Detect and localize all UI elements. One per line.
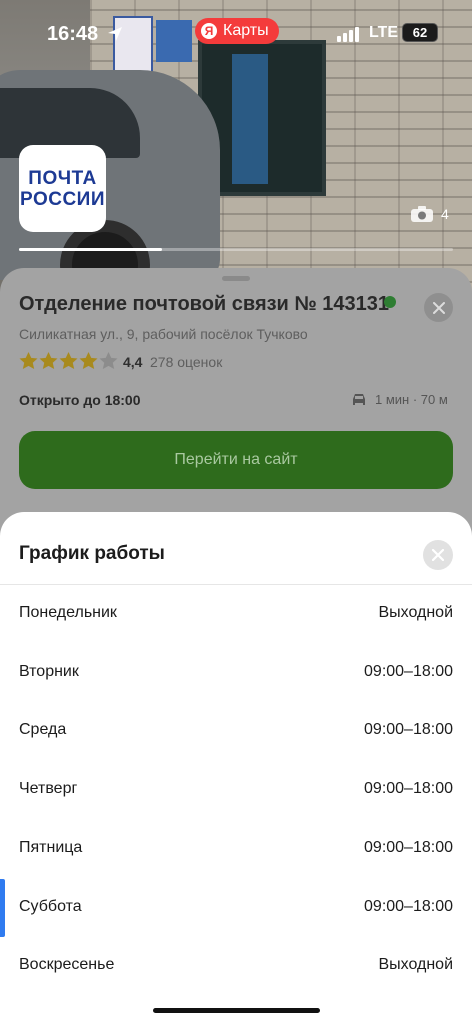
- network-type: LTE: [369, 24, 399, 41]
- close-icon: [432, 549, 444, 561]
- schedule-row: Среда 09:00–18:00: [0, 702, 472, 760]
- schedule-sheet: График работы Понедельник Выходной Вторник…: [0, 512, 472, 1024]
- schedule-row: Пятница 09:00–18:00: [0, 820, 472, 878]
- logo-line-2: РОССИИ: [20, 188, 105, 210]
- schedule-hours: 09:00–18:00: [364, 897, 453, 915]
- schedule-hours: 09:00–18:00: [364, 838, 453, 856]
- star-filled-icon: [19, 352, 38, 370]
- schedule-day: Суббота: [19, 897, 82, 915]
- battery-level: 62: [412, 25, 428, 40]
- star-empty-icon: [99, 352, 118, 370]
- brand-logo: ПОЧТА РОССИИ: [19, 145, 106, 232]
- go-to-website-button[interactable]: Перейти на сайт: [19, 431, 453, 489]
- photo-progress: [19, 248, 453, 251]
- battery-icon: 62: [402, 23, 438, 42]
- photo-count-value: 4: [441, 206, 449, 222]
- schedule-day: Понедельник: [19, 604, 117, 621]
- schedule-hours: 09:00–18:00: [364, 780, 453, 798]
- clock: 16:48: [47, 23, 99, 45]
- status-bar: 16:48 Я Карты LTE 62: [0, 18, 472, 52]
- schedule-day: Среда: [19, 721, 67, 739]
- close-icon: [432, 301, 445, 314]
- schedule-row: Воскресенье Выходной: [0, 937, 472, 995]
- schedule-row: Вторник 09:00–18:00: [0, 644, 472, 702]
- schedule-hours: 09:00–18:00: [364, 721, 453, 739]
- yandex-logo-icon: Я: [201, 23, 217, 39]
- schedule-row: Четверг 09:00–18:00: [0, 761, 472, 819]
- schedule-hours: Выходной: [378, 956, 453, 974]
- open-status[interactable]: Открыто до 18:00: [19, 392, 141, 408]
- schedule-row: Понедельник Выходной: [0, 585, 472, 643]
- schedule-day: Вторник: [19, 662, 79, 680]
- star-filled-icon: [59, 352, 78, 370]
- photo-progress-fill: [19, 248, 163, 251]
- review-count[interactable]: 278 оценок: [150, 354, 222, 370]
- schedule-day: Воскресенье: [19, 956, 115, 974]
- camera-icon: [411, 206, 433, 222]
- rating-stars[interactable]: [19, 352, 118, 370]
- location-arrow-icon: [108, 27, 122, 41]
- star-filled-icon: [39, 352, 58, 370]
- back-to-maps-label: Карты: [223, 22, 269, 39]
- signal-strength-icon: [337, 27, 359, 42]
- schedule-row: Суббота 09:00–18:00: [0, 878, 472, 937]
- car-icon: [353, 393, 365, 405]
- back-to-maps-pill[interactable]: Я Карты: [195, 18, 279, 44]
- schedule-title: График работы: [19, 543, 165, 564]
- schedule-hours: Выходной: [378, 604, 453, 621]
- drag-handle[interactable]: [222, 276, 250, 281]
- schedule-day: Пятница: [19, 838, 83, 856]
- rating-value: 4,4: [123, 354, 143, 370]
- star-filled-icon: [79, 352, 98, 370]
- logo-line-1: ПОЧТА: [28, 167, 97, 189]
- home-indicator[interactable]: [153, 1008, 320, 1013]
- route-text: 1 мин · 70 м: [375, 392, 448, 407]
- verified-badge-icon: [384, 296, 396, 308]
- route-info[interactable]: 1 мин · 70 м: [351, 392, 448, 407]
- schedule-hours: 09:00–18:00: [364, 662, 453, 680]
- place-close-button[interactable]: [424, 293, 453, 322]
- place-title: Отделение почтовой связи № 143131: [19, 293, 389, 315]
- photo-count[interactable]: 4: [410, 205, 449, 223]
- schedule-close-button[interactable]: [423, 540, 453, 570]
- current-day-marker: [0, 878, 5, 937]
- schedule-day: Четверг: [19, 780, 78, 798]
- place-address: Силикатная ул., 9, рабочий посёлок Тучко…: [19, 326, 308, 342]
